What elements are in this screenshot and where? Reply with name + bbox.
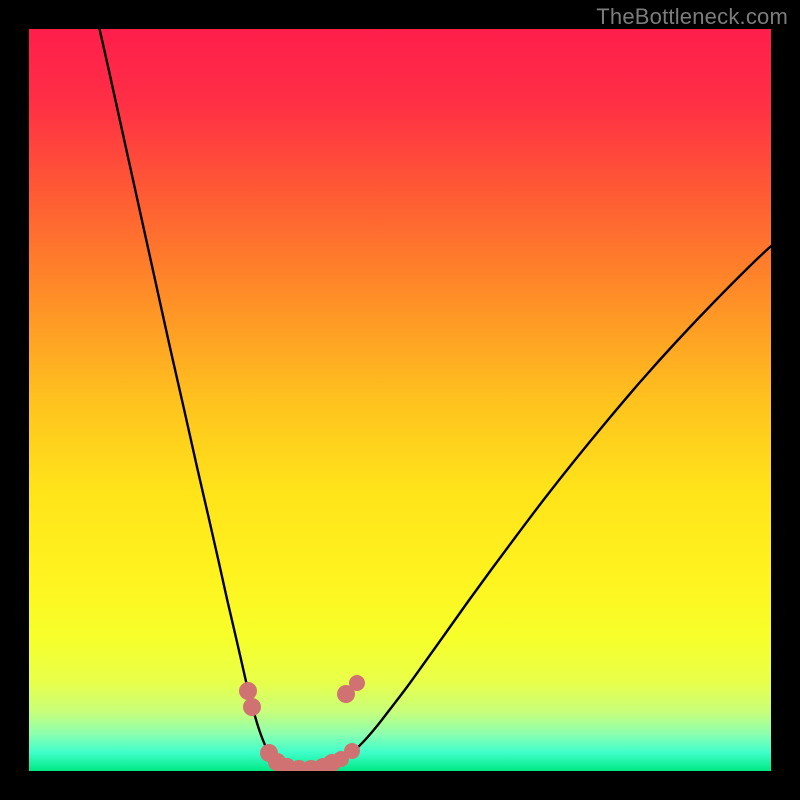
outer-frame: TheBottleneck.com [0, 0, 800, 800]
curve-right [307, 239, 771, 770]
data-marker [243, 698, 261, 716]
data-marker [344, 743, 360, 759]
curve-left [95, 29, 307, 770]
data-marker [239, 682, 257, 700]
data-marker [349, 675, 365, 691]
plot-area [29, 29, 771, 771]
chart-curves [29, 29, 771, 771]
watermark-text: TheBottleneck.com [596, 4, 788, 30]
